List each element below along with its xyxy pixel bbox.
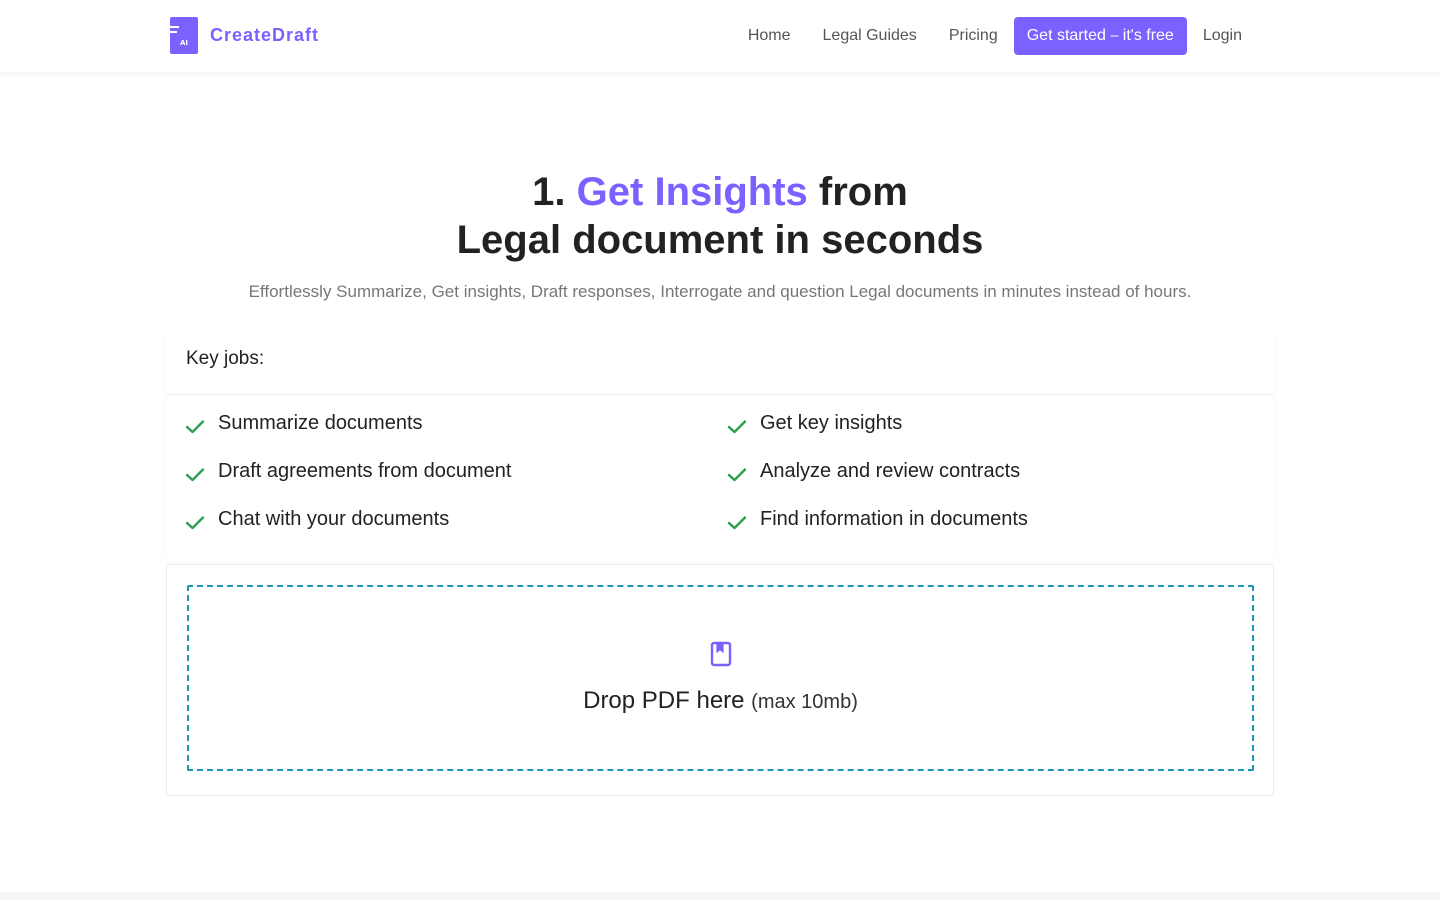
check-icon xyxy=(186,419,204,433)
hero-title-highlight: Get Insights xyxy=(576,170,808,214)
job-label: Chat with your documents xyxy=(218,508,450,530)
drop-pdf-text: Drop PDF here xyxy=(583,687,745,714)
brand-logo[interactable]: AI CreateDraft xyxy=(170,17,319,54)
hero-title-number: 1. xyxy=(532,170,566,214)
job-item: Summarize documents xyxy=(186,412,423,435)
nav-legal-guides-link[interactable]: Legal Guides xyxy=(807,17,933,55)
nav-home-link[interactable]: Home xyxy=(732,17,807,55)
job-item: Analyze and review contracts xyxy=(728,460,1020,483)
check-icon xyxy=(728,467,746,481)
brand-name: CreateDraft xyxy=(210,25,320,45)
hero-title-line2: Legal document in seconds xyxy=(456,218,984,262)
check-icon xyxy=(186,467,204,481)
check-icon xyxy=(186,515,204,529)
document-icon xyxy=(710,641,732,667)
logo-mark-text: AI xyxy=(180,39,189,47)
job-label: Summarize documents xyxy=(218,412,423,434)
job-item: Draft agreements from document xyxy=(186,460,511,483)
check-icon xyxy=(728,419,746,433)
hero-subtitle: Effortlessly Summarize, Get insights, Dr… xyxy=(248,282,1192,301)
job-label: Draft agreements from document xyxy=(218,460,512,482)
hero-title-end: from xyxy=(818,170,908,214)
nav-login-link[interactable]: Login xyxy=(1187,17,1258,55)
nav-links: Home Legal Guides Pricing Get started ⎯ … xyxy=(732,17,1258,55)
top-navbar: AI CreateDraft Home Legal Guides Pricing… xyxy=(0,0,1440,72)
pdf-dropzone[interactable]: Drop PDF here (max 10mb) xyxy=(187,585,1254,771)
job-item: Chat with your documents xyxy=(186,508,449,531)
job-label: Analyze and review contracts xyxy=(760,460,1021,482)
footer-edge xyxy=(0,892,1440,900)
job-label: Find information in documents xyxy=(760,508,1028,530)
upload-card: Drop PDF here (max 10mb) xyxy=(166,564,1274,796)
key-jobs-card: Key jobs: Summarize documents Get key in… xyxy=(166,328,1274,562)
dropzone-label: Drop PDF here (max 10mb) xyxy=(189,687,1252,715)
get-started-button[interactable]: Get started ⎯ it's free xyxy=(1013,17,1187,55)
check-icon xyxy=(728,515,746,529)
hero-title: 1. Get Insights from Legal document in s… xyxy=(0,168,1440,264)
max-size-text: (max 10mb) xyxy=(751,691,858,713)
logo-icon: AI xyxy=(170,17,198,54)
key-jobs-header: Key jobs: xyxy=(166,328,1274,395)
job-item: Get key insights xyxy=(728,412,902,435)
job-label: Get key insights xyxy=(760,412,903,434)
nav-pricing-link[interactable]: Pricing xyxy=(933,17,1014,55)
job-item: Find information in documents xyxy=(728,508,1028,531)
